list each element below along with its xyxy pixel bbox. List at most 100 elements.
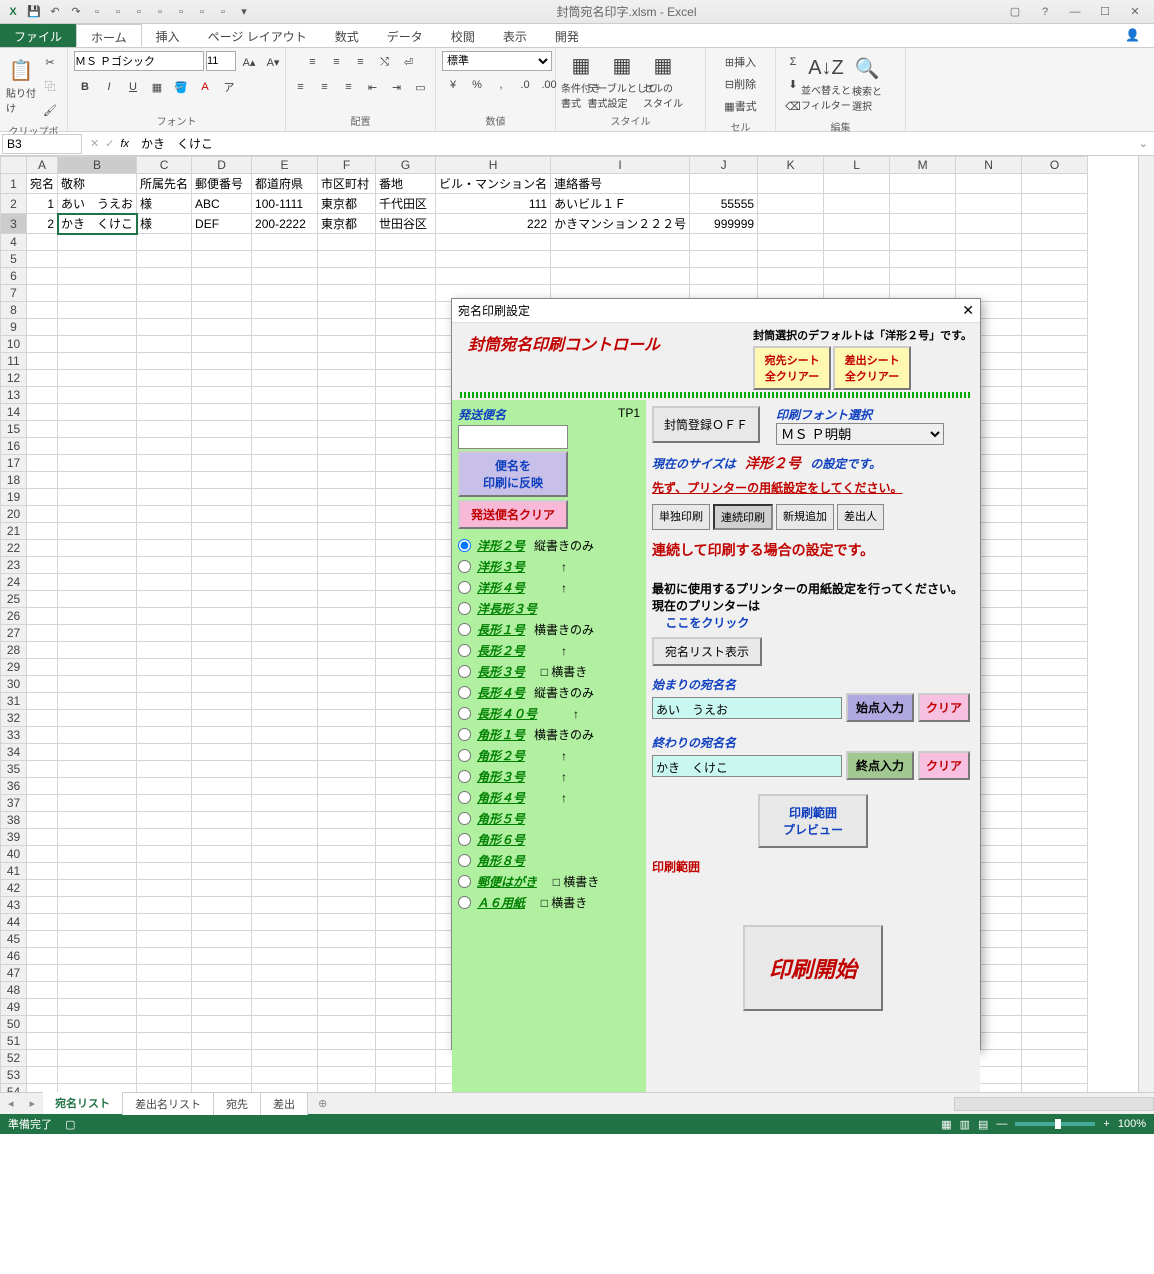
minimize-icon[interactable]: — [1060,2,1090,22]
cell[interactable] [58,880,137,897]
cell[interactable] [1022,693,1088,710]
view-layout-icon[interactable]: ▥ [960,1118,970,1131]
cell[interactable] [376,948,436,965]
cell[interactable] [318,353,376,370]
cell[interactable] [27,812,58,829]
row-header[interactable]: 51 [1,1033,27,1050]
col-header[interactable]: I [551,157,690,174]
tab-add[interactable]: 新規追加 [776,504,834,530]
cell[interactable] [58,591,137,608]
reflect-button[interactable]: 便名を 印刷に反映 [458,451,568,497]
cell[interactable] [137,795,192,812]
cell[interactable]: 1 [27,194,58,214]
fx-icon[interactable]: fx [120,138,129,150]
cut-icon[interactable]: ✂ [39,51,61,73]
cell[interactable] [137,846,192,863]
cell[interactable] [252,540,318,557]
end-name-field[interactable]: かき くけこ [652,755,842,777]
cell[interactable] [137,914,192,931]
cell[interactable] [58,727,137,744]
cell[interactable] [551,234,690,251]
save-icon[interactable]: 💾 [25,3,43,21]
cell[interactable] [690,234,758,251]
cell[interactable] [192,625,252,642]
expand-fbar-icon[interactable]: ⌄ [1133,137,1154,150]
qat-btn[interactable]: ▫ [151,3,169,21]
row-header[interactable]: 37 [1,795,27,812]
cell[interactable] [27,557,58,574]
col-header[interactable]: J [690,157,758,174]
inc-decimal-icon[interactable]: .0 [514,74,536,96]
horizontal-scrollbar[interactable] [954,1097,1154,1111]
cell[interactable] [318,1016,376,1033]
sort-filter-button[interactable]: A↓Z並べ替えと フィルター [807,54,845,114]
cell[interactable] [192,489,252,506]
cell[interactable] [192,982,252,999]
cell[interactable] [1022,863,1088,880]
cell[interactable] [27,455,58,472]
formula-input[interactable] [135,135,1133,153]
cell[interactable] [252,642,318,659]
row-header[interactable]: 45 [1,931,27,948]
currency-icon[interactable]: ¥ [442,74,464,96]
account-icon[interactable]: 👤 [1111,24,1154,47]
cell[interactable] [252,931,318,948]
cell[interactable] [376,1067,436,1084]
tab-continuous[interactable]: 連続印刷 [713,504,773,530]
cell[interactable] [252,523,318,540]
cell[interactable] [1022,489,1088,506]
row-header[interactable]: 36 [1,778,27,795]
clear-dest-button[interactable]: 宛先シート 全クリアー [753,346,831,390]
cell[interactable] [318,1050,376,1067]
cell[interactable] [58,472,137,489]
row-header[interactable]: 27 [1,625,27,642]
italic-button[interactable]: I [98,76,120,98]
env-type-label[interactable]: 角形４号 [477,789,525,806]
cell[interactable] [1022,880,1088,897]
cell[interactable] [192,506,252,523]
row-header[interactable]: 28 [1,642,27,659]
cell[interactable] [137,642,192,659]
cell[interactable] [192,608,252,625]
cell[interactable] [192,387,252,404]
env-type-label[interactable]: 長形３号 [477,663,525,680]
cell[interactable] [252,234,318,251]
cell[interactable] [1022,829,1088,846]
cell[interactable] [192,1050,252,1067]
cell[interactable] [376,251,436,268]
col-header[interactable]: E [252,157,318,174]
row-header[interactable]: 15 [1,421,27,438]
cell[interactable]: 都道府県 [252,174,318,194]
cell[interactable] [192,727,252,744]
cell[interactable] [758,251,824,268]
cell[interactable] [318,591,376,608]
tab-view[interactable]: 表示 [489,24,541,47]
font-name-select[interactable] [74,51,204,71]
cell[interactable] [58,982,137,999]
env-radio[interactable] [458,833,471,846]
cell[interactable] [192,574,252,591]
cell[interactable] [1022,285,1088,302]
cell[interactable] [252,812,318,829]
cell[interactable] [376,268,436,285]
cell[interactable] [137,880,192,897]
cell[interactable] [376,1033,436,1050]
cell[interactable] [1022,710,1088,727]
format-cells-button[interactable]: ▦ 書式 [711,95,771,117]
redo-icon[interactable]: ↷ [67,3,85,21]
cell[interactable] [192,472,252,489]
cell[interactable] [137,659,192,676]
cell[interactable] [956,214,1022,234]
close-icon[interactable]: ✕ [1120,2,1150,22]
cell[interactable] [137,404,192,421]
cell[interactable] [192,557,252,574]
cell[interactable] [27,846,58,863]
cell[interactable] [252,1033,318,1050]
cell[interactable] [551,251,690,268]
zoom-slider[interactable] [1015,1122,1095,1126]
cell[interactable] [252,1067,318,1084]
cell[interactable] [192,268,252,285]
cell[interactable] [137,268,192,285]
cell[interactable] [192,778,252,795]
tab-home[interactable]: ホーム [76,24,142,47]
